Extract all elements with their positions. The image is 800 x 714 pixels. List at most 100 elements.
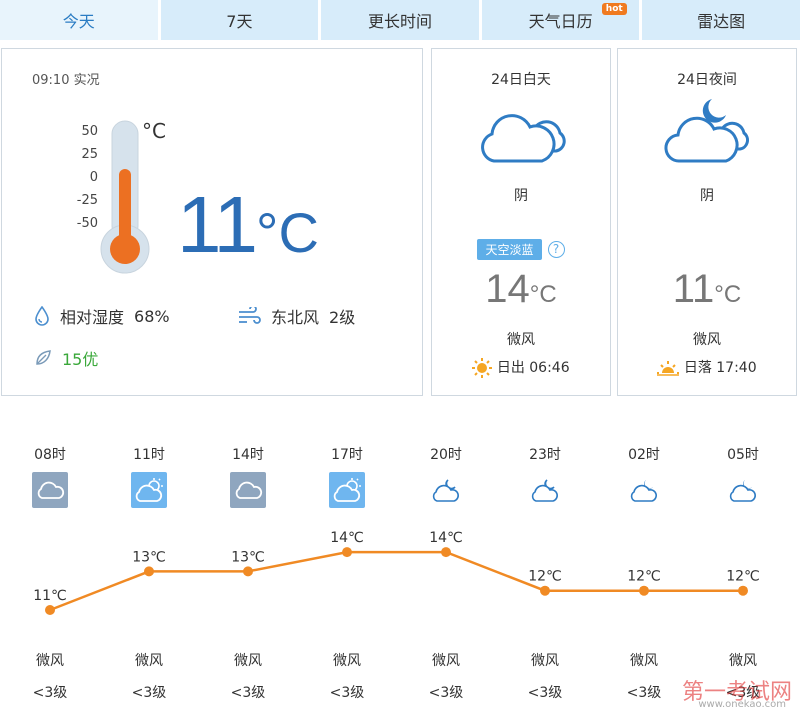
hour-time: 23时	[529, 447, 561, 463]
tab-calendar-label: 天气日历	[528, 12, 593, 31]
day-description: 阴	[514, 188, 528, 204]
tab-today[interactable]: 今天	[0, 0, 158, 40]
hour-column: 02时	[614, 444, 674, 508]
temperature-label: 12℃	[726, 569, 760, 585]
cloudy-icon	[32, 472, 68, 508]
hour-column: 23时	[515, 444, 575, 508]
moon-cloud-icon	[664, 99, 749, 163]
hour-time: 08时	[34, 447, 66, 463]
sky-color-row: 天空淡蓝?	[432, 239, 610, 260]
scale-unit: °C	[142, 119, 166, 143]
hour-wind-desc: 微风	[234, 653, 262, 669]
hour-wind: 微风 <3级	[119, 650, 179, 702]
hour-time: 17时	[331, 447, 363, 463]
temperature-point	[45, 605, 55, 615]
current-temp-unit: °C	[256, 201, 319, 264]
hourly-temperature-chart: 11℃ 13℃ 13℃ 14℃ 14℃ 12℃ 12℃ 12℃	[33, 530, 760, 615]
temperature-label: 12℃	[627, 569, 661, 585]
tab-7days[interactable]: 7天	[160, 0, 319, 40]
moon-cloud-icon	[626, 472, 662, 508]
sunrise-row: 日出 06:46	[432, 357, 610, 378]
humidity-value: 68%	[134, 306, 170, 326]
hour-column: 11时	[119, 444, 179, 508]
observation-time: 09:10 实况	[32, 73, 100, 88]
wind-direction: 东北风	[271, 308, 320, 327]
hour-wind: 微风 <3级	[20, 650, 80, 702]
sunset-icon	[657, 361, 680, 376]
sky-color-badge: 天空淡蓝	[477, 239, 542, 260]
temperature-point	[144, 566, 154, 577]
tab-calendar[interactable]: 天气日历 hot	[481, 0, 640, 40]
aqi-row[interactable]: 15优	[34, 346, 98, 370]
day-temperature: 14°C	[432, 267, 610, 312]
hour-wind-desc: 微风	[531, 653, 559, 669]
sunset-time: 日落 17:40	[683, 360, 757, 376]
wind-level: 2级	[329, 308, 356, 327]
hour-wind-level: <3级	[428, 685, 464, 701]
tab-longer[interactable]: 更长时间	[321, 0, 479, 40]
night-temp-value: 11	[672, 267, 715, 311]
hour-wind: 微风 <3级	[317, 650, 377, 702]
hour-column: 20时	[416, 444, 476, 508]
temperature-label: 13℃	[132, 549, 166, 565]
scale-tick: 50	[81, 124, 98, 139]
tab-radar[interactable]: 雷达图	[642, 0, 800, 40]
tab-radar-label: 雷达图	[697, 12, 746, 31]
hour-column: 17时	[317, 444, 377, 508]
hour-wind-level: <3级	[329, 685, 365, 701]
aqi-value: 15优	[62, 350, 99, 369]
day-temp-value: 14	[485, 267, 530, 311]
hour-wind-level: <3级	[131, 685, 167, 701]
wind-row: 东北风 2级	[237, 304, 355, 328]
current-temp-value: 11	[177, 180, 258, 269]
hourly-forecast: 08时 11时 14时 17时 20时 23时 02时 05时 11℃ 13℃ 13…	[0, 430, 800, 714]
day-forecast-panel: 24日白天 阴 天空淡蓝? 14°C 微风 日出 06:46	[431, 48, 611, 396]
hour-wind: 微风 <3级	[515, 650, 575, 702]
hour-time: 02时	[628, 447, 660, 463]
night-temp-unit: °C	[714, 281, 742, 308]
moon-cloud-icon	[527, 472, 563, 508]
humidity-label: 相对湿度	[60, 308, 125, 327]
humidity-row: 相对湿度 68%	[34, 304, 170, 328]
hour-wind-desc: 微风	[432, 653, 460, 669]
temperature-point	[540, 585, 550, 596]
hour-time: 05时	[727, 447, 759, 463]
scale-tick: 25	[81, 147, 98, 162]
wind-icon	[239, 307, 261, 324]
hour-wind-desc: 微风	[135, 653, 163, 669]
hour-wind-level: <3级	[626, 685, 662, 701]
cloudy-icon	[481, 114, 566, 163]
hour-wind: 微风 <3级	[218, 650, 278, 702]
hot-badge: hot	[601, 3, 627, 15]
night-description: 阴	[700, 188, 714, 204]
temperature-point	[441, 547, 451, 558]
day-temp-unit: °C	[529, 281, 557, 308]
sunrise-icon	[472, 358, 493, 378]
scale-tick: 0	[89, 170, 98, 185]
temperature-point	[639, 585, 649, 596]
temperature-label: 14℃	[330, 530, 364, 546]
hour-column: 14时	[218, 444, 278, 508]
hour-wind: 微风 <3级	[416, 650, 476, 702]
night-title: 24日夜间	[677, 72, 737, 88]
help-icon[interactable]: ?	[547, 241, 565, 258]
droplet-icon	[35, 306, 49, 326]
day-title: 24日白天	[491, 72, 551, 88]
current-temperature: 11°C	[177, 179, 319, 271]
tab-7days-label: 7天	[226, 12, 253, 31]
temperature-label: 11℃	[33, 588, 67, 604]
moon-cloud-icon	[428, 472, 464, 508]
hour-column: 05时	[713, 444, 773, 508]
hour-wind-level: <3级	[32, 685, 68, 701]
temperature-point	[342, 547, 352, 558]
temperature-point	[243, 566, 253, 577]
night-forecast-panel: 24日夜间 阴 11°C 微风 日落 17:40	[617, 48, 797, 396]
tab-bar: 今天 7天 更长时间 天气日历 hot 雷达图	[0, 0, 800, 40]
hour-wind-level: <3级	[230, 685, 266, 701]
cloudy-icon	[230, 472, 266, 508]
hour-wind: 微风 <3级	[614, 650, 674, 702]
hour-wind-desc: 微风	[630, 653, 658, 669]
thermometer-icon	[100, 120, 150, 274]
hour-wind-desc: 微风	[36, 653, 64, 669]
watermark-url: www.onekao.com	[698, 699, 786, 710]
